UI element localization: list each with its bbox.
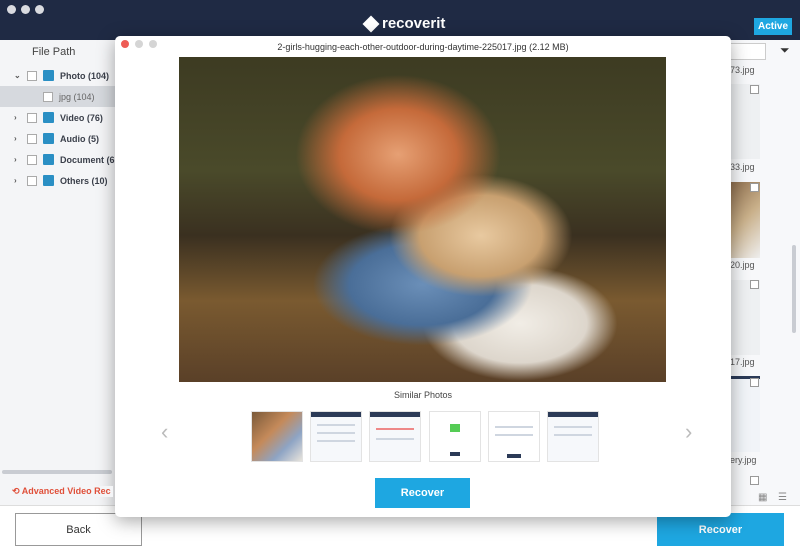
document-icon [43,154,54,165]
file-name[interactable]: 17.jpg [730,357,755,367]
tree-item-jpg[interactable]: jpg (104) [0,86,130,107]
file-name[interactable]: 33.jpg [730,162,755,172]
file-name[interactable]: ery.jpg [730,455,756,465]
checkbox[interactable] [27,112,37,123]
tree-item-label: Photo (104) [60,70,110,81]
checkbox[interactable] [750,280,759,289]
search-input[interactable] [730,43,766,60]
checkbox[interactable] [27,154,37,165]
file-name[interactable]: 73.jpg [730,65,755,75]
tree-item-audio[interactable]: › Audio (5) [0,128,130,149]
logo-icon [362,15,380,32]
maximize-window-button[interactable] [35,5,44,14]
recover-button[interactable]: Recover [657,513,784,546]
horizontal-scrollbar[interactable] [2,470,112,474]
preview-recover-button[interactable]: Recover [375,478,470,508]
chevron-right-icon[interactable]: › [14,155,24,164]
checkbox[interactable] [750,85,759,94]
back-button[interactable]: Back [15,513,142,546]
tree-item-video[interactable]: › Video (76) [0,107,130,128]
file-name[interactable]: 20.jpg [730,260,755,270]
tree-item-photo[interactable]: ⌄ Photo (104) [0,65,130,86]
others-icon [43,175,54,186]
active-badge[interactable]: Active [754,18,793,35]
next-arrow-icon[interactable]: › [685,419,692,445]
logo-text: recoverit [382,15,446,32]
checkbox[interactable] [750,378,759,387]
previous-arrow-icon[interactable]: ‹ [161,419,168,445]
similar-photo-thumbnail[interactable] [488,411,540,462]
similar-photos-label: Similar Photos [393,390,453,400]
chevron-down-icon[interactable]: ⌄ [14,71,24,80]
similar-photo-thumbnail[interactable] [369,411,421,462]
checkbox[interactable] [27,175,37,186]
list-view-icon[interactable]: ☰ [778,492,787,503]
tree-item-others[interactable]: › Others (10) [0,170,130,191]
tree-item-document[interactable]: › Document (6 [0,149,130,170]
title-bar: recoverit Active [0,0,800,40]
chevron-right-icon[interactable]: › [14,134,24,143]
preview-title: 2-girls-hugging-each-other-outdoor-durin… [277,42,569,52]
sidebar: File Path ⌄ Photo (104) jpg (104) › Video … [0,40,130,505]
file-tree: ⌄ Photo (104) jpg (104) › Video (76) › Audi… [0,65,130,191]
file-path-header: File Path [32,46,76,58]
advanced-icon: ⟲ [12,486,22,496]
file-thumbnail[interactable] [728,182,760,258]
similar-photo-thumbnail[interactable] [310,411,362,462]
chevron-right-icon[interactable]: › [14,113,24,122]
checkbox[interactable] [27,133,37,144]
checkbox[interactable] [750,183,759,192]
checkbox[interactable] [750,476,759,485]
minimize-window-button[interactable] [21,5,30,14]
file-thumbnail[interactable] [728,376,760,452]
advanced-video-recovery-link[interactable]: ⟲ Advanced Video Rec [12,486,113,497]
similar-photo-thumbnail[interactable] [429,411,481,462]
file-thumbnail[interactable] [728,84,760,159]
tree-item-label: Others (10) [60,175,108,186]
file-grid: ⏷ 73.jpg 33.jpg 20.jpg 17.jpg ery.jpg ▦ … [728,40,800,505]
grid-view-icon[interactable]: ▦ [758,492,767,503]
preview-image [179,57,666,382]
tree-item-label: Audio (5) [60,133,99,144]
preview-dialog: 2-girls-hugging-each-other-outdoor-durin… [115,36,731,517]
similar-photo-thumbnail[interactable] [547,411,599,462]
audio-icon [43,133,54,144]
app-logo: recoverit [362,15,446,32]
chevron-right-icon[interactable]: › [14,176,24,185]
tree-item-label: Video (76) [60,112,103,123]
advanced-label: Advanced Video Rec [21,486,111,496]
filter-icon[interactable]: ⏷ [780,43,790,58]
video-icon [43,112,54,123]
vertical-scrollbar[interactable] [792,245,796,333]
checkbox[interactable] [27,70,37,81]
similar-photo-thumbnail[interactable] [251,411,303,462]
tree-item-label: Document (6 [60,154,115,165]
tree-item-label: jpg (104) [59,91,95,102]
close-window-button[interactable] [7,5,16,14]
file-thumbnail[interactable] [728,280,760,355]
photo-icon [43,70,54,81]
checkbox[interactable] [43,91,53,102]
